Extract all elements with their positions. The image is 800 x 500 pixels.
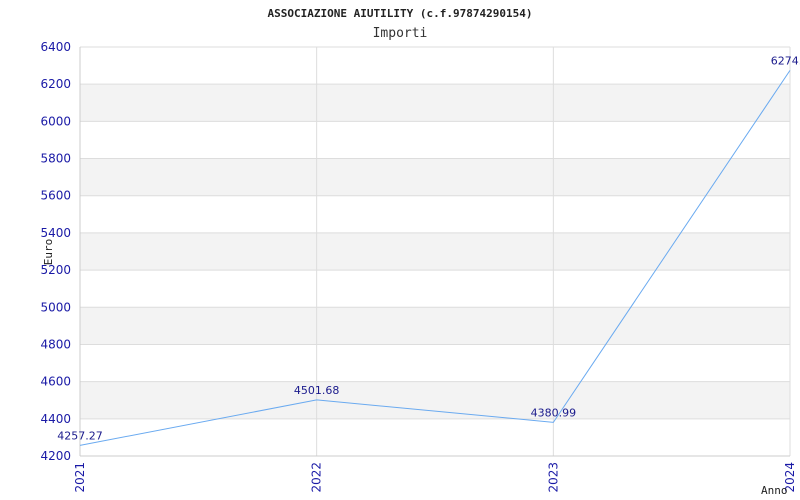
plot-band — [80, 158, 790, 196]
x-tick-label: 2022 — [310, 462, 324, 493]
data-label: 4257.27 — [57, 429, 103, 442]
x-tick-label: 2023 — [546, 462, 560, 493]
plot-band — [80, 232, 790, 271]
plot-band — [80, 307, 790, 345]
y-tick-label: 5800 — [40, 152, 71, 166]
y-tick-label: 4400 — [40, 412, 71, 426]
plot-bands — [80, 84, 790, 419]
y-tick-label: 6400 — [40, 40, 71, 54]
y-tick-label: 4600 — [40, 375, 71, 389]
plot-band — [80, 84, 790, 122]
chart-subtitle: Importi — [373, 26, 428, 41]
y-axis-label: Euro — [42, 239, 55, 266]
y-tick-label: 4200 — [40, 449, 71, 463]
data-label: 4501.68 — [294, 384, 340, 397]
y-tick-label: 4800 — [40, 337, 71, 351]
chart-title: ASSOCIAZIONE AIUTILITY (c.f.97874290154) — [268, 7, 533, 20]
y-tick-label: 6000 — [40, 114, 71, 128]
y-tick-label: 5600 — [40, 189, 71, 203]
y-tick-label: 6200 — [40, 77, 71, 91]
plot-band — [80, 381, 790, 419]
x-axis-label: Anno — [761, 484, 788, 497]
data-label: 6274.1 — [771, 54, 800, 67]
y-tick-label: 5000 — [40, 300, 71, 314]
y-tick-label: 5400 — [40, 226, 71, 240]
x-tick-label: 2021 — [73, 462, 87, 493]
data-label: 4380.99 — [531, 406, 577, 419]
x-tick-labels: 2021 2022 2023 2024 — [73, 462, 797, 493]
line-chart: 4200440046004800500052005400560058006000… — [40, 7, 800, 497]
